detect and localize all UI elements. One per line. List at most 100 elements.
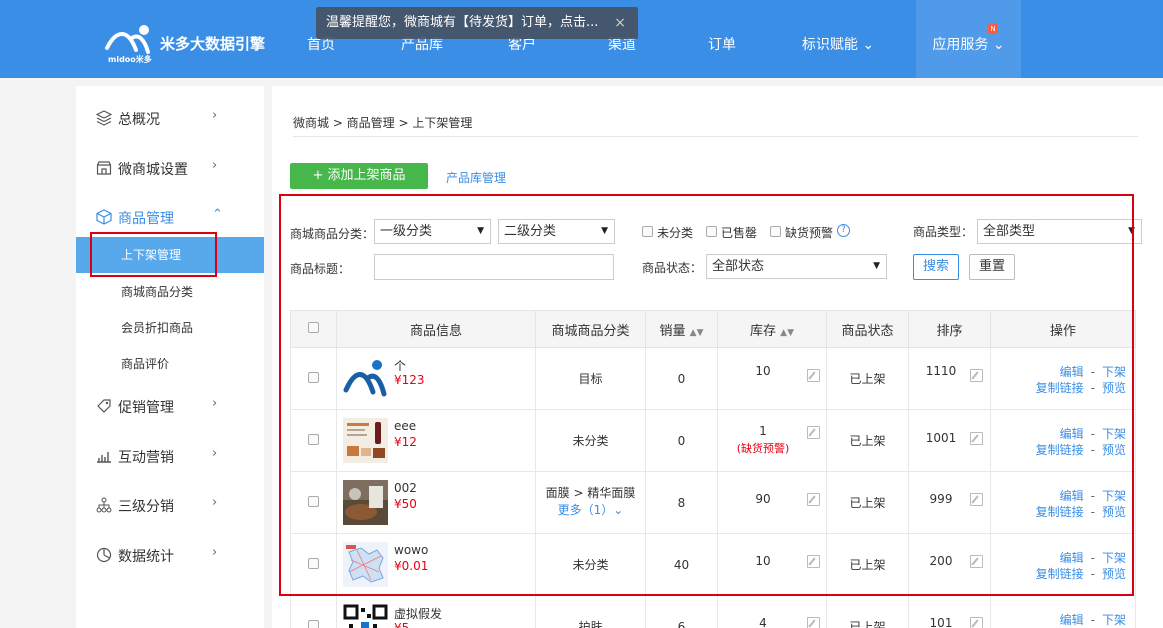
product-table: 商品信息 商城商品分类 销量 ▲▼ 库存 ▲▼ 商品状态 排序 操作 个 ¥12… [290, 310, 1136, 628]
edit-icon[interactable] [970, 432, 983, 445]
category-level1-select[interactable]: 一级分类 ▼ [374, 219, 491, 244]
notification-toast[interactable]: 温馨提醒您，微商城有【待发货】订单，点击... × [316, 7, 638, 39]
sidebar-subitem-product-reviews[interactable]: 商品评价 [76, 346, 264, 382]
photo-thumb-icon[interactable] [343, 480, 388, 525]
menu-thumb-icon[interactable] [343, 418, 388, 463]
row-checkbox[interactable] [308, 557, 319, 569]
sidebar-item-label: 三级分销 [118, 499, 174, 515]
category-level2-select[interactable]: 二级分类 ▼ [498, 219, 615, 244]
dropdown-arrow-icon: ▼ [1128, 226, 1135, 236]
copy-link[interactable]: 复制链接 [1036, 381, 1084, 395]
product-name: wowo [394, 543, 429, 557]
edit-link[interactable]: 编辑 [1060, 551, 1084, 565]
sidebar-item-interactive-marketing[interactable]: 互动营销 › [76, 436, 264, 476]
edit-icon[interactable] [807, 493, 820, 506]
stock-value: 4 [759, 616, 767, 628]
stock-value: 1 [759, 424, 767, 438]
unlist-link[interactable]: 下架 [1102, 551, 1126, 565]
category-filter-label: 商城商品分类： [290, 227, 375, 241]
nav-orders[interactable]: 订单 [700, 0, 744, 78]
edit-link[interactable]: 编辑 [1060, 613, 1084, 627]
sidebar-subitem-shelf-management[interactable]: 上下架管理 [76, 237, 264, 273]
edit-icon[interactable] [970, 369, 983, 382]
select-all-checkbox[interactable] [308, 321, 319, 333]
edit-icon[interactable] [807, 426, 820, 439]
brand-logo[interactable]: 米多大数据引擎 midoo米多 [104, 24, 274, 64]
qr-thumb-icon[interactable] [343, 604, 388, 628]
more-categories-link[interactable]: 更多（1）⌄ [536, 501, 645, 518]
header-stock[interactable]: 库存 ▲▼ [717, 310, 827, 348]
preview-link[interactable]: 预览 [1102, 567, 1126, 581]
add-product-button[interactable]: + 添加上架商品 [290, 163, 428, 189]
product-status-select[interactable]: 全部状态 ▼ [706, 254, 887, 279]
preview-link[interactable]: 预览 [1102, 443, 1126, 457]
uncategorized-checkbox[interactable] [642, 226, 653, 237]
unlist-link[interactable]: 下架 [1102, 365, 1126, 379]
nav-app-services[interactable]: 应用服务 ⌄ N [916, 0, 1021, 78]
sidebar-subitem-store-categories[interactable]: 商城商品分类 [76, 274, 264, 310]
row-checkbox[interactable] [308, 433, 319, 445]
header-sales-label: 销量 [659, 323, 686, 339]
hierarchy-icon [96, 497, 112, 513]
product-info-cell: eee ¥12 [336, 409, 536, 472]
product-title-input[interactable] [374, 254, 614, 280]
sort-icon[interactable]: ▲▼ [690, 328, 704, 338]
search-button[interactable]: 搜索 [913, 254, 959, 280]
low-stock-checkbox[interactable] [770, 226, 781, 237]
copy-link[interactable]: 复制链接 [1036, 443, 1084, 457]
store-icon [96, 161, 112, 175]
stock-value: 10 [755, 364, 771, 378]
sort-cell: 999 [908, 471, 991, 534]
edit-icon[interactable] [970, 617, 983, 628]
operations-cell: 编辑-下架 复制链接-预览 [990, 347, 1136, 410]
preview-link[interactable]: 预览 [1102, 505, 1126, 519]
header-sales[interactable]: 销量 ▲▼ [645, 310, 718, 348]
preview-link[interactable]: 预览 [1102, 381, 1126, 395]
row-checkbox[interactable] [308, 371, 319, 383]
row-checkbox[interactable] [308, 495, 319, 507]
header-stock-label: 库存 [750, 323, 777, 339]
product-library-link[interactable]: 产品库管理 [446, 169, 506, 186]
sort-icon[interactable]: ▲▼ [780, 328, 794, 338]
unlist-link[interactable]: 下架 [1102, 613, 1126, 627]
product-type-select[interactable]: 全部类型 ▼ [977, 219, 1142, 244]
sold-out-label: 已售罄 [721, 226, 758, 240]
toast-close-icon[interactable]: × [614, 7, 626, 39]
separator: - [1090, 443, 1095, 457]
separator: - [1090, 505, 1095, 519]
sort-value: 200 [929, 554, 953, 568]
sidebar-subitem-member-discount[interactable]: 会员折扣商品 [76, 310, 264, 346]
uncategorized-label: 未分类 [657, 226, 694, 240]
help-icon[interactable]: ? [837, 224, 850, 237]
sidebar-item-overview[interactable]: 总概况 › [76, 98, 264, 138]
sold-out-checkbox[interactable] [706, 226, 717, 237]
sidebar-item-promotions[interactable]: 促销管理 › [76, 386, 264, 426]
edit-icon[interactable] [970, 493, 983, 506]
logo-thumb-icon[interactable] [343, 356, 388, 401]
edit-icon[interactable] [970, 555, 983, 568]
unlist-link[interactable]: 下架 [1102, 427, 1126, 441]
unlist-link[interactable]: 下架 [1102, 489, 1126, 503]
edit-link[interactable]: 编辑 [1060, 365, 1084, 379]
select-all-cell [290, 310, 337, 348]
copy-link[interactable]: 复制链接 [1036, 567, 1084, 581]
sidebar-item-three-level-distribution[interactable]: 三级分销 › [76, 485, 264, 525]
sidebar-item-product-management[interactable]: 商品管理 ⌃ [76, 197, 264, 237]
edit-link[interactable]: 编辑 [1060, 489, 1084, 503]
map-thumb-icon[interactable] [343, 542, 388, 587]
chevron-right-icon: › [212, 158, 218, 173]
nav-identity-empowerment[interactable]: 标识赋能 ⌄ [796, 0, 880, 78]
sidebar-item-label: 互动营销 [118, 450, 174, 466]
chevron-right-icon: › [212, 108, 218, 123]
sidebar: 总概况 › 微商城设置 › 商品管理 ⌃ 上下架管理 商城商品分类 会员折扣商品… [76, 86, 264, 628]
header-category: 商城商品分类 [535, 310, 646, 348]
copy-link[interactable]: 复制链接 [1036, 505, 1084, 519]
reset-button[interactable]: 重置 [969, 254, 1015, 280]
edit-icon[interactable] [807, 617, 820, 628]
sidebar-item-data-statistics[interactable]: 数据统计 › [76, 535, 264, 575]
edit-icon[interactable] [807, 555, 820, 568]
row-checkbox[interactable] [308, 619, 319, 628]
sidebar-item-store-settings[interactable]: 微商城设置 › [76, 148, 264, 188]
edit-icon[interactable] [807, 369, 820, 382]
edit-link[interactable]: 编辑 [1060, 427, 1084, 441]
